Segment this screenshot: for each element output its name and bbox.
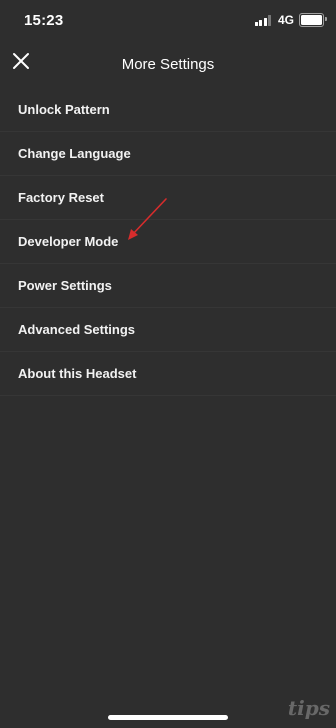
settings-item-unlock-pattern[interactable]: Unlock Pattern [0, 88, 336, 132]
status-time: 15:23 [24, 12, 64, 29]
navigation-bar: More Settings [0, 44, 336, 88]
network-type: 4G [277, 13, 294, 27]
battery-fill [301, 15, 322, 25]
status-bar: 15:23 4G [0, 0, 336, 40]
signal-bar [259, 19, 263, 26]
settings-item-change-language[interactable]: Change Language [0, 132, 336, 176]
red-arrow-icon [128, 198, 167, 240]
battery-nub [325, 17, 327, 21]
battery-icon [299, 13, 327, 27]
status-indicators: 4G [254, 12, 327, 28]
home-indicator[interactable] [108, 715, 228, 720]
signal-bar [263, 17, 267, 26]
watermark-logo: tips [288, 696, 330, 720]
watermark-text: tips [287, 696, 330, 720]
signal-bar [254, 21, 258, 26]
signal-strength-icon [254, 14, 273, 26]
settings-item-about-headset[interactable]: About this Headset [0, 352, 336, 396]
signal-bar [268, 14, 272, 26]
settings-item-power-settings[interactable]: Power Settings [0, 264, 336, 308]
settings-item-advanced-settings[interactable]: Advanced Settings [0, 308, 336, 352]
page-title: More Settings [121, 56, 215, 73]
